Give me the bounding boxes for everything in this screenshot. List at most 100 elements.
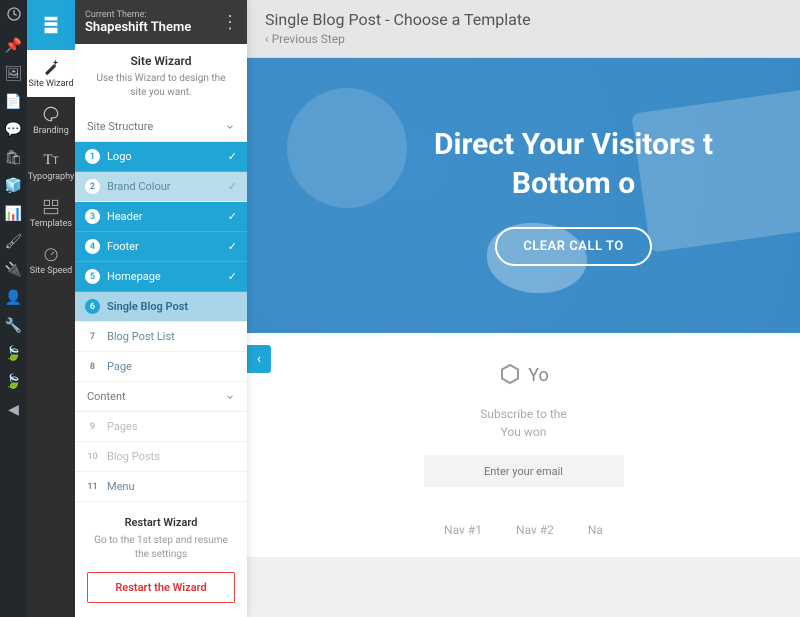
top-bar: Single Blog Post - Choose a Template ‹ P… bbox=[247, 0, 800, 58]
tool-branding[interactable]: Branding bbox=[27, 97, 75, 144]
hero-line2: Bottom o bbox=[512, 166, 635, 201]
wp-dashboard-icon[interactable] bbox=[0, 6, 27, 26]
content-steps: 9 Pages 10Blog Posts 11 Menu bbox=[75, 412, 247, 502]
tool-label: Templates bbox=[30, 219, 72, 229]
previous-step-link[interactable]: ‹ Previous Step bbox=[265, 32, 782, 46]
step-number: 6 bbox=[85, 299, 100, 314]
wizard-step-footer[interactable]: 4 Footer✓ bbox=[75, 232, 247, 262]
wizard-step-page[interactable]: 8Page bbox=[75, 352, 247, 382]
wizard-panel: Current Theme: Shapeshift Theme ⋮ Site W… bbox=[75, 0, 247, 617]
step-number: 11 bbox=[85, 479, 100, 494]
wizard-title: Site Wizard bbox=[75, 44, 247, 72]
wizard-step-single-blog-post[interactable]: 6 Single Blog Post bbox=[75, 292, 247, 322]
step-number: 5 bbox=[85, 269, 100, 284]
wp-media-icon[interactable]: 🖼 bbox=[0, 66, 27, 82]
check-icon: ✓ bbox=[228, 210, 237, 223]
check-icon: ✓ bbox=[228, 240, 237, 253]
wp-pin-icon[interactable]: 📌 bbox=[0, 38, 27, 54]
wizard-step-menu[interactable]: 11 Menu bbox=[75, 472, 247, 502]
wizard-step-blog-post-list[interactable]: 7 Blog Post List bbox=[75, 322, 247, 352]
wp-admin-rail: 📌 🖼 📄 💬 🛍 🧊 📊 🖌 🔌 👤 🔧 🍃 🍃 ◀ bbox=[0, 0, 27, 617]
step-label: Blog Posts bbox=[107, 450, 237, 463]
step-label: Footer bbox=[107, 240, 237, 253]
wp-users-icon[interactable]: 👤 bbox=[0, 290, 27, 306]
check-icon: ✓ bbox=[228, 150, 237, 163]
tool-label: Typography bbox=[28, 172, 75, 182]
step-label: Homepage bbox=[107, 270, 237, 283]
theme-name: Shapeshift Theme bbox=[85, 20, 191, 35]
theme-logo[interactable] bbox=[27, 0, 75, 50]
footer-nav: Nav #1 Nav #2 Na bbox=[247, 523, 800, 537]
email-input[interactable] bbox=[424, 455, 624, 487]
check-icon: ✓ bbox=[228, 180, 237, 193]
hexagon-icon bbox=[498, 363, 522, 387]
wp-woo-icon[interactable]: 🛍 bbox=[0, 150, 27, 166]
wizard-step-brand-colour[interactable]: 2Brand Colour✓ bbox=[75, 172, 247, 202]
nav-link[interactable]: Na bbox=[588, 523, 603, 537]
collapse-panel-button[interactable]: ‹ bbox=[247, 345, 271, 373]
section-site-structure[interactable]: Site Structure bbox=[75, 112, 247, 142]
wizard-step-blog-posts[interactable]: 10Blog Posts bbox=[75, 442, 247, 472]
page-title: Single Blog Post - Choose a Template bbox=[265, 10, 782, 29]
hero-decoration bbox=[487, 223, 587, 293]
step-label: Pages bbox=[107, 420, 237, 433]
wp-plugins-icon[interactable]: 🔌 bbox=[0, 262, 27, 278]
step-number: 7 bbox=[85, 329, 100, 344]
hero-decoration bbox=[287, 88, 407, 208]
wp-brush-icon[interactable]: 🖌 bbox=[0, 234, 27, 250]
chevron-left-icon: ‹ bbox=[257, 351, 261, 367]
previous-step-label: Previous Step bbox=[272, 32, 345, 46]
nav-link[interactable]: Nav #2 bbox=[516, 523, 554, 537]
step-label: Header bbox=[107, 210, 237, 223]
wizard-step-logo[interactable]: 1Logo✓ bbox=[75, 142, 247, 172]
check-icon: ✓ bbox=[228, 270, 237, 283]
wizard-step-pages[interactable]: 9 Pages bbox=[75, 412, 247, 442]
step-label: Single Blog Post bbox=[107, 300, 237, 313]
brand-logo: Yo bbox=[498, 363, 549, 387]
structure-steps: 1Logo✓2Brand Colour✓3Header✓4Footer✓5Hom… bbox=[75, 142, 247, 382]
tool-site-wizard[interactable]: Site Wizard bbox=[27, 50, 75, 97]
tool-site-speed[interactable]: Site Speed bbox=[27, 237, 75, 284]
step-label: Menu bbox=[107, 480, 237, 493]
wp-tools-icon[interactable]: 🔧 bbox=[0, 318, 27, 334]
section-label: Site Structure bbox=[87, 120, 153, 133]
theme-menu-icon[interactable]: ⋮ bbox=[221, 12, 239, 33]
wp-comments-icon[interactable]: 💬 bbox=[0, 122, 27, 138]
speed-icon bbox=[42, 245, 60, 263]
step-number: 4 bbox=[85, 239, 100, 254]
palette-icon bbox=[42, 105, 60, 123]
hero-section: Direct Your Visitors t Bottom o CLEAR CA… bbox=[247, 58, 800, 333]
subscribe-text: Subscribe to the You won bbox=[247, 405, 800, 441]
step-label: Blog Post List bbox=[107, 330, 237, 343]
restart-box: Restart Wizard Go to the 1st step and re… bbox=[75, 502, 247, 617]
tool-typography[interactable]: TT Typography bbox=[27, 144, 75, 190]
chevron-down-icon bbox=[225, 122, 235, 132]
wizard-step-homepage[interactable]: 5 Homepage✓ bbox=[75, 262, 247, 292]
tool-label: Site Speed bbox=[30, 266, 73, 276]
nav-link[interactable]: Nav #1 bbox=[444, 523, 482, 537]
wp-pages-icon[interactable]: 📄 bbox=[0, 94, 27, 110]
step-number: 9 bbox=[85, 419, 100, 434]
section-content[interactable]: Content bbox=[75, 382, 247, 412]
typography-icon: TT bbox=[43, 152, 58, 169]
tool-templates[interactable]: Templates bbox=[27, 190, 75, 237]
main-area: Single Blog Post - Choose a Template ‹ P… bbox=[247, 0, 800, 617]
tool-rail: Site Wizard Branding TT Typography Templ… bbox=[27, 0, 75, 617]
step-number: 2 bbox=[85, 179, 100, 194]
step-label: Page bbox=[107, 360, 237, 373]
brand-name: Yo bbox=[528, 365, 549, 386]
wp-cube-icon[interactable]: 🧊 bbox=[0, 178, 27, 194]
tool-label: Branding bbox=[33, 126, 69, 136]
restart-wizard-button[interactable]: Restart the Wizard bbox=[87, 572, 235, 603]
wp-leaf1-icon[interactable]: 🍃 bbox=[0, 346, 27, 362]
chevron-left-icon: ‹ bbox=[265, 32, 272, 46]
chevron-down-icon bbox=[225, 392, 235, 402]
wp-stats-icon[interactable]: 📊 bbox=[0, 206, 27, 222]
wp-leaf2-icon[interactable]: 🍃 bbox=[0, 374, 27, 390]
restart-desc: Go to the 1st step and resume the settin… bbox=[87, 534, 235, 562]
wp-collapse-icon[interactable]: ◀ bbox=[0, 402, 27, 418]
template-preview[interactable]: Direct Your Visitors t Bottom o CLEAR CA… bbox=[247, 58, 800, 557]
wand-icon bbox=[42, 58, 60, 76]
wizard-step-header[interactable]: 3Header✓ bbox=[75, 202, 247, 232]
sub-line2: You won bbox=[501, 425, 547, 439]
